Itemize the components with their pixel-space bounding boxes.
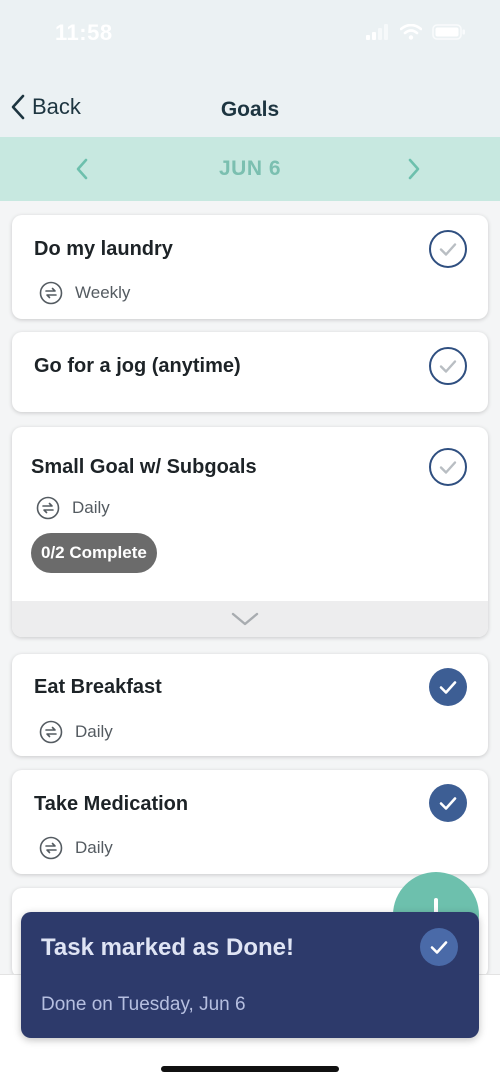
- goal-checkbox-checked[interactable]: [429, 668, 467, 706]
- goal-title: Take Medication: [34, 793, 189, 815]
- goal-title: Small Goal w/ Subgoals: [31, 456, 257, 478]
- signal-icon: [366, 24, 388, 40]
- battery-icon: [432, 24, 465, 40]
- repeat-icon: [39, 836, 63, 860]
- goal-card[interactable]: Go for a jog (anytime): [12, 332, 488, 412]
- wifi-icon: [400, 24, 422, 40]
- toast-check-icon: [420, 928, 458, 966]
- repeat-info: Daily: [39, 720, 113, 744]
- goal-card[interactable]: Take Medication Daily: [12, 770, 488, 874]
- goal-checkbox[interactable]: [429, 448, 467, 486]
- toast-notification[interactable]: Task marked as Done! Done on Tuesday, Ju…: [21, 912, 479, 1038]
- chevron-down-icon: [231, 612, 259, 626]
- toast-subtitle: Done on Tuesday, Jun 6: [41, 994, 246, 1015]
- goal-checkbox[interactable]: [429, 230, 467, 268]
- chevron-right-icon: [408, 158, 420, 180]
- check-icon: [439, 797, 457, 810]
- goal-card-with-subgoals[interactable]: Small Goal w/ Subgoals Daily 0/2 Complet…: [12, 427, 488, 637]
- repeat-icon: [36, 496, 60, 520]
- subgoal-progress-badge: 0/2 Complete: [31, 533, 157, 573]
- repeat-info: Weekly: [39, 281, 130, 305]
- goal-title: Go for a jog (anytime): [34, 355, 241, 377]
- check-icon: [439, 461, 457, 474]
- repeat-label: Weekly: [75, 283, 131, 302]
- toast-title: Task marked as Done!: [41, 934, 294, 961]
- home-indicator[interactable]: [161, 1066, 339, 1072]
- repeat-label: Daily: [75, 838, 113, 857]
- check-icon: [439, 360, 457, 373]
- next-day-button[interactable]: [406, 157, 422, 186]
- repeat-info: Daily: [39, 836, 113, 860]
- goal-checkbox-checked[interactable]: [429, 784, 467, 822]
- repeat-info: Daily: [36, 496, 110, 520]
- expand-subgoals-button[interactable]: [12, 601, 488, 637]
- repeat-label: Daily: [75, 722, 113, 741]
- repeat-icon: [39, 281, 63, 305]
- status-icons: [366, 24, 466, 40]
- current-date: JUN 6: [218, 157, 282, 180]
- check-icon: [439, 243, 457, 256]
- goal-checkbox[interactable]: [429, 347, 467, 385]
- goal-card[interactable]: Eat Breakfast Daily: [12, 654, 488, 756]
- repeat-icon: [39, 720, 63, 744]
- page-title: Goals: [220, 98, 280, 121]
- repeat-label: Daily: [72, 498, 110, 517]
- check-icon: [439, 681, 457, 694]
- goal-card[interactable]: Do my laundry Weekly: [12, 215, 488, 319]
- navigation-bar: Back Goals: [0, 80, 500, 138]
- goal-title: Eat Breakfast: [34, 676, 162, 698]
- goal-title: Do my laundry: [34, 238, 173, 260]
- date-selector: JUN 6: [0, 137, 500, 201]
- status-bar: 11:58: [0, 0, 500, 68]
- status-time: 11:58: [55, 20, 113, 45]
